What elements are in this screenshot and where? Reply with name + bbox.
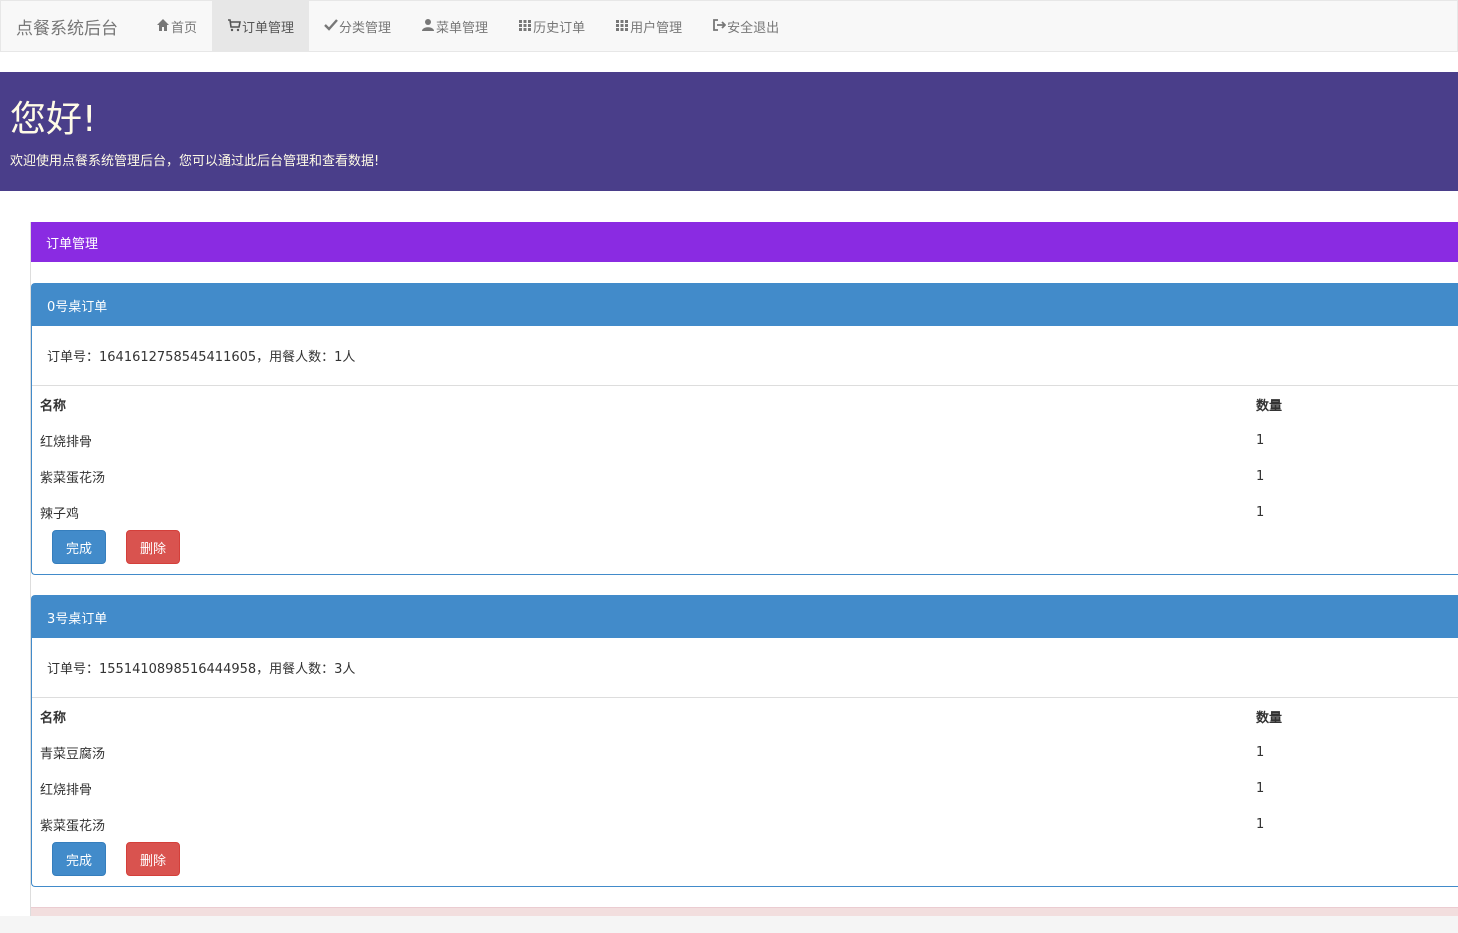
item-name: 红烧排骨 bbox=[40, 782, 93, 798]
grid-icon bbox=[519, 20, 532, 31]
item-qty: 1 bbox=[1256, 744, 1265, 760]
order-panel: 0号桌订单 订单号：1641612758545411605，用餐人数：1人 名称… bbox=[31, 283, 1458, 575]
order-panel-title: 0号桌订单 bbox=[32, 284, 1458, 326]
table-row: 紫菜蛋花汤 1 bbox=[32, 806, 1458, 842]
nav-logout[interactable]: 安全退出 bbox=[697, 1, 794, 51]
bottom-bar bbox=[0, 916, 1458, 933]
item-qty: 1 bbox=[1256, 432, 1265, 448]
nav-home-label: 首页 bbox=[171, 20, 198, 36]
check-icon bbox=[324, 19, 338, 31]
nav-history-label: 历史订单 bbox=[533, 20, 586, 36]
table-header-row: 名称 数量 bbox=[32, 386, 1458, 422]
order-info: 订单号：1641612758545411605，用餐人数：1人 bbox=[32, 326, 1458, 386]
col-qty-header: 数量 bbox=[1256, 710, 1283, 726]
home-icon bbox=[157, 19, 169, 31]
nav-logout-label: 安全退出 bbox=[727, 20, 780, 36]
nav-home[interactable]: 首页 bbox=[141, 1, 212, 51]
nav-orders[interactable]: 订单管理 bbox=[212, 1, 310, 51]
complete-button[interactable]: 完成 bbox=[52, 530, 106, 564]
section-header: 订单管理 bbox=[31, 222, 1458, 262]
welcome-subtitle: 欢迎使用点餐系统管理后台，您可以通过此后台管理和查看数据! bbox=[10, 154, 380, 169]
nav-categories-label: 分类管理 bbox=[339, 20, 392, 36]
cart-icon bbox=[228, 19, 241, 32]
order-panel: 3号桌订单 订单号：1551410898516444958，用餐人数：3人 名称… bbox=[31, 595, 1458, 887]
item-name: 紫菜蛋花汤 bbox=[40, 470, 106, 486]
item-qty: 1 bbox=[1256, 780, 1265, 796]
nav-menu[interactable]: 菜单管理 bbox=[406, 1, 503, 51]
welcome-title: 您好! bbox=[10, 99, 97, 140]
item-name: 紫菜蛋花汤 bbox=[40, 818, 106, 834]
order-info: 订单号：1551410898516444958，用餐人数：3人 bbox=[32, 638, 1458, 698]
brand-title[interactable]: 点餐系统后台 bbox=[1, 1, 141, 51]
order-items-table: 名称 数量 红烧排骨 1 紫菜蛋花汤 1 辣子鸡 1 bbox=[32, 386, 1458, 530]
item-name: 红烧排骨 bbox=[40, 434, 93, 450]
delete-button[interactable]: 删除 bbox=[126, 530, 180, 564]
item-name: 青菜豆腐汤 bbox=[40, 746, 106, 762]
col-name-header: 名称 bbox=[40, 398, 67, 414]
item-name: 辣子鸡 bbox=[40, 506, 80, 522]
user-icon bbox=[422, 19, 435, 31]
nav-orders-label: 订单管理 bbox=[242, 20, 295, 36]
complete-button[interactable]: 完成 bbox=[52, 842, 106, 876]
table-row: 红烧排骨 1 bbox=[32, 770, 1458, 806]
table-header-row: 名称 数量 bbox=[32, 698, 1458, 734]
order-items-table: 名称 数量 青菜豆腐汤 1 红烧排骨 1 紫菜蛋花汤 1 bbox=[32, 698, 1458, 842]
item-qty: 1 bbox=[1256, 468, 1265, 484]
order-actions: 完成 删除 bbox=[32, 842, 1458, 884]
nav-users-label: 用户管理 bbox=[630, 20, 683, 36]
item-qty: 1 bbox=[1256, 816, 1265, 832]
order-actions: 完成 删除 bbox=[32, 530, 1458, 572]
table-row: 辣子鸡 1 bbox=[32, 494, 1458, 530]
table-row: 紫菜蛋花汤 1 bbox=[32, 458, 1458, 494]
table-row: 青菜豆腐汤 1 bbox=[32, 734, 1458, 770]
nav-categories[interactable]: 分类管理 bbox=[309, 1, 406, 51]
item-qty: 1 bbox=[1256, 504, 1265, 520]
grid-icon bbox=[616, 20, 629, 31]
top-navbar: 点餐系统后台 首页 订单管理 分类管理 菜单管理 历史订单 用户管理 安全退出 bbox=[0, 0, 1458, 52]
logout-icon bbox=[713, 19, 727, 31]
delete-button[interactable]: 删除 bbox=[126, 842, 180, 876]
col-qty-header: 数量 bbox=[1256, 398, 1283, 414]
welcome-jumbotron: 您好! 欢迎使用点餐系统管理后台，您可以通过此后台管理和查看数据! bbox=[0, 72, 1458, 191]
col-name-header: 名称 bbox=[40, 710, 67, 726]
nav-history[interactable]: 历史订单 bbox=[503, 1, 600, 51]
nav-users[interactable]: 用户管理 bbox=[600, 1, 697, 51]
order-panel-title: 3号桌订单 bbox=[32, 596, 1458, 638]
table-row: 红烧排骨 1 bbox=[32, 422, 1458, 458]
nav-menu-label: 菜单管理 bbox=[436, 20, 489, 36]
